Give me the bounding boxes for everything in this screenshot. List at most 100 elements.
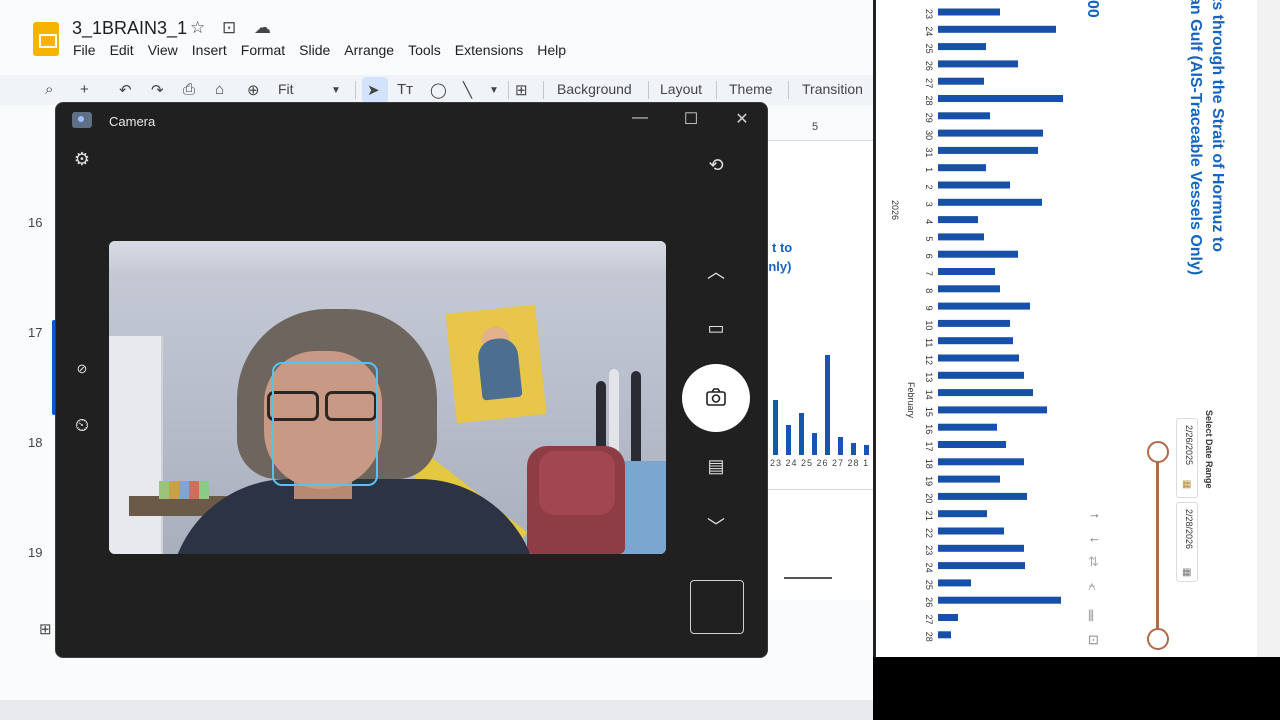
hdr-off-icon[interactable]: ⊘	[68, 361, 96, 377]
chart-bar[interactable]	[938, 146, 1038, 154]
arrow-left-icon[interactable]: ←	[1088, 530, 1101, 545]
chart-bar[interactable]	[938, 406, 1047, 414]
select-cursor-icon[interactable]: ➤	[367, 81, 380, 99]
theme-button[interactable]: Theme	[729, 81, 773, 97]
menu-arrange[interactable]: Arrange	[344, 42, 394, 58]
redo-icon[interactable]: ↷	[151, 81, 164, 99]
background-button[interactable]: Background	[557, 81, 632, 97]
add-comment-icon[interactable]: ⊞	[515, 81, 528, 99]
document-title[interactable]: 3_1BRAIN3_1	[72, 18, 187, 39]
bar-chart-icon[interactable]: ⫼	[1088, 608, 1094, 624]
date-start-field[interactable]: 2/26/2025 ▦	[1176, 418, 1198, 498]
chart-bar[interactable]	[938, 181, 1010, 189]
chart-bar[interactable]	[938, 43, 986, 51]
focus-mode-icon[interactable]: ⊡	[1088, 632, 1099, 648]
slide-number-17[interactable]: 17	[28, 325, 42, 340]
print-icon[interactable]: ⎙	[183, 81, 195, 98]
shutter-button[interactable]	[682, 364, 750, 432]
chart-bar[interactable]	[938, 164, 986, 172]
chart-bar[interactable]	[938, 302, 1030, 310]
chart-bar[interactable]	[938, 198, 1042, 206]
chart-bar[interactable]	[938, 112, 990, 120]
minimize-button[interactable]: —	[625, 109, 655, 127]
chart-bar[interactable]	[938, 250, 1018, 258]
chart-bar[interactable]	[938, 458, 1024, 466]
chart-bar[interactable]	[938, 233, 984, 241]
chart-bar[interactable]	[938, 510, 987, 518]
chart-bar[interactable]	[938, 95, 1063, 102]
line-icon[interactable]: ╲	[463, 81, 472, 99]
document-icon[interactable]: ▤	[702, 456, 730, 477]
gear-icon[interactable]: ⚙	[68, 149, 96, 170]
camera-switch-icon[interactable]: ⟲	[702, 155, 730, 176]
slides-logo-icon[interactable]	[33, 22, 59, 56]
chart-bar[interactable]	[938, 25, 1056, 33]
menu-slide[interactable]: Slide	[299, 42, 330, 58]
text-box-icon[interactable]: Tт	[397, 81, 413, 98]
slider-start-handle[interactable]	[1147, 441, 1169, 463]
chart-bar[interactable]	[938, 8, 1000, 16]
slide-number-19[interactable]: 19	[28, 545, 42, 560]
chart-bar[interactable]	[938, 216, 978, 224]
chart-bar[interactable]	[938, 129, 1043, 137]
slide-canvas[interactable]: t to )nly)	[764, 140, 873, 490]
date-end-field[interactable]: 2/28/2026 ▦	[1176, 502, 1198, 582]
chart-bar[interactable]	[938, 492, 1027, 500]
chart-bar[interactable]	[938, 614, 958, 621]
chart-bar[interactable]	[938, 354, 1019, 362]
timer-off-icon[interactable]: ⏲	[68, 415, 96, 436]
calendar-icon[interactable]: ▦	[1182, 567, 1191, 578]
line-dropdown-icon[interactable]: ▼	[489, 85, 499, 96]
chart-bar[interactable]	[938, 423, 997, 431]
menu-help[interactable]: Help	[537, 42, 566, 58]
menu-extensions[interactable]: Extensions	[455, 42, 523, 58]
chart-bar[interactable]	[938, 527, 1004, 535]
move-folder-icon[interactable]: ⊡	[222, 18, 236, 38]
zoom-dropdown-icon[interactable]: ▼	[331, 85, 341, 96]
chart-bar[interactable]	[938, 337, 1013, 345]
chart-bar[interactable]	[938, 389, 1033, 397]
star-icon[interactable]: ☆	[190, 18, 205, 38]
search-menus-icon[interactable]: ⌕	[45, 81, 53, 98]
menu-edit[interactable]: Edit	[110, 42, 134, 58]
sort-icon[interactable]: ⇅	[1088, 554, 1099, 570]
menu-format[interactable]: Format	[241, 42, 285, 58]
zoom-icon[interactable]: ⊕	[247, 81, 260, 99]
chart-bar[interactable]	[938, 475, 1000, 483]
chart-bar[interactable]	[938, 268, 995, 275]
arrow-right-icon[interactable]: →	[1088, 506, 1101, 521]
chart-bar[interactable]	[938, 544, 1024, 552]
menu-view[interactable]: View	[148, 42, 178, 58]
new-slide-icon[interactable]: +	[80, 81, 89, 98]
chart-bar[interactable]	[938, 60, 1018, 68]
chart-bar[interactable]	[938, 596, 1061, 604]
menu-insert[interactable]: Insert	[192, 42, 227, 58]
chart-bar[interactable]	[938, 371, 1024, 379]
chart-bar[interactable]	[938, 285, 1000, 293]
transition-button[interactable]: Transition	[802, 81, 863, 97]
chart-bar[interactable]	[938, 562, 1025, 570]
chart-bar[interactable]	[938, 441, 1006, 448]
slide-number-18[interactable]: 18	[28, 435, 42, 450]
close-button[interactable]: ✕	[727, 109, 757, 129]
shape-icon[interactable]: ◯	[430, 81, 447, 99]
chevron-down-icon[interactable]: ﹀	[702, 513, 730, 539]
chevron-up-icon[interactable]: ︿	[702, 258, 730, 284]
last-capture-thumbnail[interactable]	[690, 580, 744, 634]
grid-view-icon[interactable]: ⊞	[39, 620, 52, 638]
filter-icon[interactable]: ⍲	[1088, 578, 1096, 594]
calendar-icon[interactable]: ▦	[1182, 479, 1191, 490]
chart-bar[interactable]	[938, 631, 951, 639]
cloud-status-icon[interactable]: ☁	[254, 18, 271, 38]
paint-format-icon[interactable]: ⌂	[215, 81, 224, 98]
layout-button[interactable]: Layout	[660, 81, 702, 97]
chart-bar[interactable]	[938, 77, 984, 85]
menu-file[interactable]: File	[73, 42, 96, 58]
zoom-select[interactable]: Fit	[278, 81, 294, 97]
date-range-slider[interactable]	[1156, 452, 1159, 640]
chart-bar[interactable]	[938, 319, 1010, 327]
slider-end-handle[interactable]	[1147, 628, 1169, 650]
menu-tools[interactable]: Tools	[408, 42, 441, 58]
video-icon[interactable]: ▭	[702, 318, 730, 339]
undo-icon[interactable]: ↶	[119, 81, 132, 99]
